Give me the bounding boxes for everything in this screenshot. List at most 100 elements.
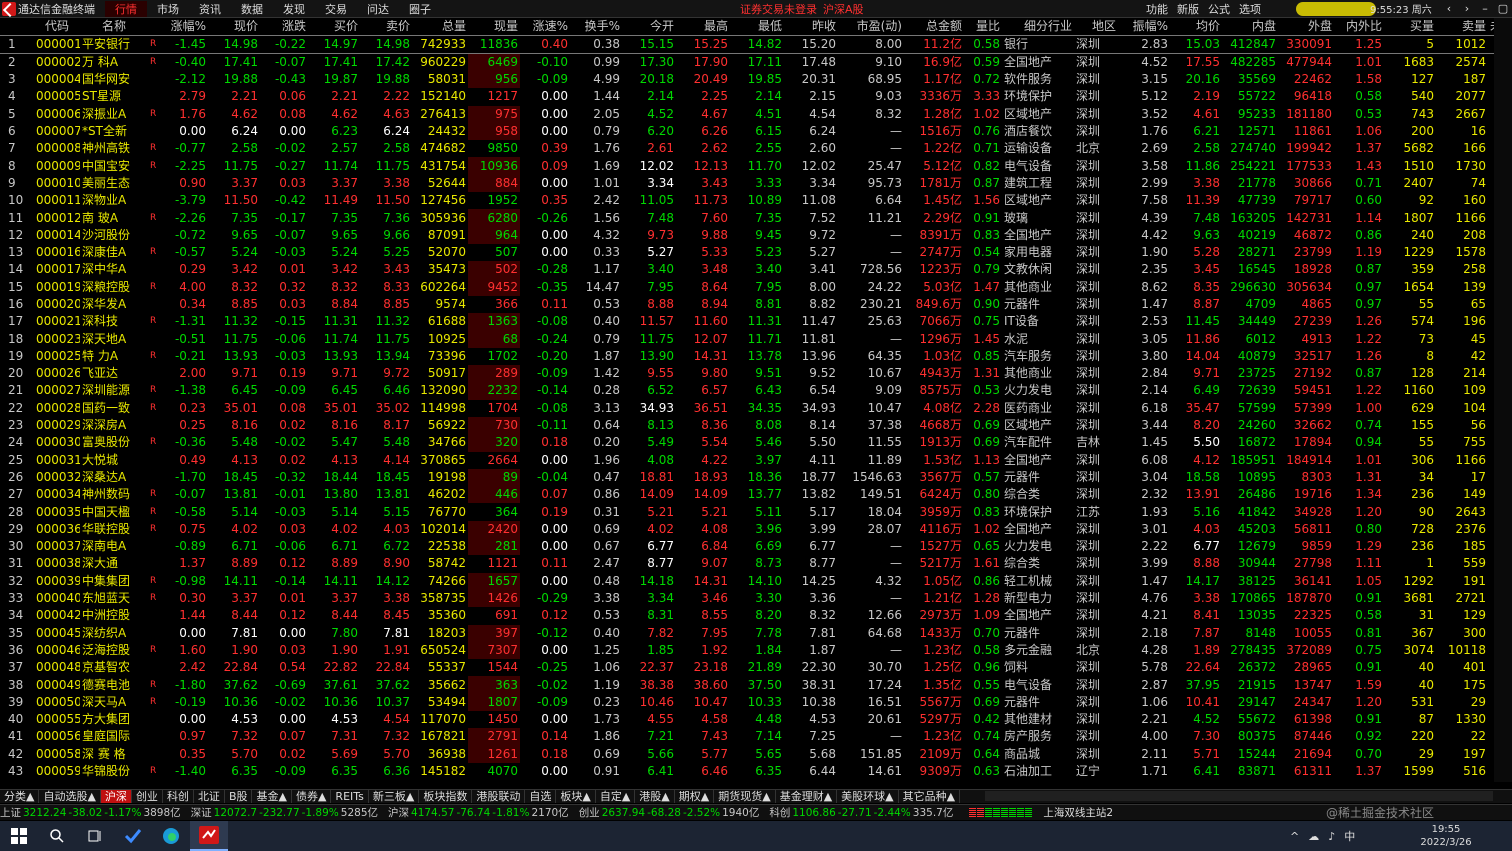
table-row[interactable]: 31 000038 深大通 1.37 8.89 0.12 8.89 8.90 58742 1121… (0, 555, 1512, 572)
table-row[interactable]: 14 000017 深中华A 0.29 3.42 0.01 3.42 3.43 35473 502… (0, 261, 1512, 279)
tab-15[interactable]: 自定▲ (596, 790, 636, 803)
vertical-scrollbar[interactable] (1494, 18, 1512, 782)
task-view-button[interactable] (76, 821, 114, 851)
column-header-16[interactable]: 昨收 (784, 18, 838, 36)
column-header-5[interactable]: 现价 (208, 18, 260, 36)
table-row[interactable]: 28 000035 中国天楹 R -0.58 5.14 -0.03 5.14 5.15 76770… (0, 503, 1512, 520)
column-header-17[interactable]: 市盈(动) (838, 18, 904, 36)
column-header-18[interactable]: 总金额 (904, 18, 964, 36)
table-row[interactable]: 3 000004 国华网安 -2.12 19.88 -0.43 19.87 19.88 5803… (0, 71, 1512, 89)
table-row[interactable]: 12 000014 沙河股份 -0.72 9.65 -0.07 9.65 9.66 87091 9… (0, 226, 1512, 244)
tab-5[interactable]: 北证 (194, 790, 225, 803)
tab-6[interactable]: B股 (225, 790, 253, 803)
column-header-23[interactable]: 均价 (1170, 18, 1222, 36)
edge-browser[interactable] (152, 821, 190, 851)
column-header-12[interactable]: 换手% (570, 18, 622, 36)
table-row[interactable]: 20 000026 飞亚达 2.00 9.71 0.19 9.71 9.72 50917 289 -… (0, 365, 1512, 383)
table-row[interactable]: 42 000058 深 赛 格 0.35 5.70 0.02 5.69 5.70 36938 12… (0, 745, 1512, 763)
table-row[interactable]: 25 000031 大悦城 0.49 4.13 0.02 4.13 4.14 370865 266… (0, 452, 1512, 469)
column-header-26[interactable]: 内外比 (1334, 18, 1384, 36)
tab-18[interactable]: 期货现货▲ (714, 790, 776, 803)
table-row[interactable]: 11 000012 南 玻A R -2.26 7.35 -0.17 7.35 7.36 30593… (0, 209, 1512, 227)
tab-13[interactable]: 自选 (525, 790, 557, 803)
login-notice[interactable]: 证券交易未登录 沪深A股 (740, 1, 864, 17)
table-row[interactable]: 39 000050 深天马A R -0.19 10.36 -0.02 10.36 10.37 53… (0, 693, 1512, 711)
tab-10[interactable]: 新三板▲ (369, 790, 420, 803)
column-header-28[interactable]: 卖量 (1436, 18, 1488, 36)
column-header-9[interactable]: 总量 (412, 18, 468, 36)
table-row[interactable]: 27 000034 神州数码 R -0.07 13.81 -0.01 13.80 13.81 46… (0, 486, 1512, 504)
table-row[interactable]: 22 000028 国药一致 R 0.23 35.01 0.08 35.01 35.02 1149… (0, 400, 1512, 417)
column-header-22[interactable]: 振幅% (1118, 18, 1170, 36)
table-row[interactable]: 2 000002 万 科A R -0.40 17.41 -0.07 17.41 17.42 960… (0, 53, 1512, 71)
table-row[interactable]: 5 000006 深振业A R 1.76 4.62 0.08 4.62 4.63 276413 97… (0, 105, 1512, 123)
start-button[interactable] (0, 821, 38, 851)
table-row[interactable]: 7 000008 神州高铁 R -0.77 2.58 -0.02 2.57 2.58 474682… (0, 140, 1512, 157)
table-row[interactable]: 17 000021 深科技 R -1.31 11.32 -0.15 11.31 11.32 616… (0, 313, 1512, 331)
index-3[interactable]: 创业 2637.94 -68.28 -2.52% 1940亿 (579, 805, 760, 820)
table-row[interactable]: 32 000039 中集集团 R -0.98 14.11 -0.14 14.11 14.12 74… (0, 572, 1512, 590)
tab-11[interactable]: 板块指数 (419, 790, 473, 803)
tab-19[interactable]: 基金理财▲ (776, 790, 838, 803)
tab-4[interactable]: 科创 (163, 790, 194, 803)
column-header-11[interactable]: 涨速% (520, 18, 570, 36)
table-row[interactable]: 40 000055 方大集团 0.00 4.53 0.00 4.53 4.54 117070 14… (0, 711, 1512, 728)
index-1[interactable]: 深证 12072.7 -232.77 -1.89% 5285亿 (191, 805, 378, 820)
tab-14[interactable]: 板块▲ (556, 790, 596, 803)
table-row[interactable]: 26 000032 深桑达A -1.70 18.45 -0.32 18.44 18.45 191… (0, 468, 1512, 487)
table-row[interactable]: 6 000007 *ST全新 0.00 6.24 0.00 6.23 6.24 24432 958… (0, 122, 1512, 141)
minimize-icon[interactable]: – (1476, 2, 1494, 15)
tab-20[interactable]: 美股环球▲ (837, 790, 899, 803)
index-2[interactable]: 沪深 4174.57 -76.74 -1.81% 2170亿 (388, 805, 569, 820)
account-badge[interactable] (1296, 2, 1376, 16)
table-row[interactable]: 41 000056 皇庭国际 0.97 7.32 0.07 7.31 7.32 167821 27… (0, 728, 1512, 746)
column-header-21[interactable]: 地区 (1074, 18, 1118, 36)
table-row[interactable]: 43 000059 华锦股份 R -1.40 6.35 -0.09 6.35 6.36 14518… (0, 763, 1512, 780)
table-row[interactable]: 33 000040 东旭蓝天 R 0.30 3.37 0.01 3.37 3.38 358735 1… (0, 589, 1512, 608)
tab-21[interactable]: 其它品种▲ (899, 790, 961, 803)
column-header-1[interactable]: 代码 (34, 18, 80, 36)
table-row[interactable]: 29 000036 华联控股 R 0.75 4.02 0.03 4.02 4.03 102014 2… (0, 520, 1512, 539)
table-row[interactable]: 9 000010 美丽生态 0.90 3.37 0.03 3.37 3.38 52644 884 0… (0, 174, 1512, 193)
tab-9[interactable]: REITs (331, 790, 369, 803)
column-header-13[interactable]: 今开 (622, 18, 676, 36)
menu-item-2[interactable]: 资讯 (189, 1, 231, 17)
table-row[interactable]: 4 000005 ST星源 2.79 2.21 0.06 2.21 2.22 152140 121… (0, 88, 1512, 105)
table-row[interactable]: 8 000009 中国宝安 R -2.25 11.75 -0.27 11.74 11.75 431… (0, 157, 1512, 175)
right-menu-item-3[interactable]: 选项 (1239, 1, 1261, 17)
column-header-27[interactable]: 买量 (1384, 18, 1436, 36)
menu-item-0[interactable]: 行情 (105, 0, 147, 17)
maximize-icon[interactable]: ▢ (1494, 2, 1512, 15)
column-header-24[interactable]: 内盘 (1222, 18, 1278, 36)
right-menu-item-2[interactable]: 公式 (1208, 1, 1230, 17)
right-menu-item-0[interactable]: 功能 (1146, 1, 1168, 17)
column-header-14[interactable]: 最高 (676, 18, 730, 36)
menu-item-7[interactable]: 圈子 (399, 1, 441, 17)
table-row[interactable]: 10 000011 深物业A -3.79 11.50 -0.42 11.49 11.50 127… (0, 192, 1512, 209)
menu-item-4[interactable]: 发现 (273, 1, 315, 17)
table-row[interactable]: 24 000030 富奥股份 R -0.36 5.48 -0.02 5.47 5.48 34766… (0, 434, 1512, 452)
table-row[interactable]: 35 000045 深纺织A 0.00 7.81 0.00 7.80 7.81 18203 397… (0, 624, 1512, 642)
table-row[interactable]: 38 000049 德赛电池 R -1.80 37.62 -0.69 37.61 37.62 35… (0, 676, 1512, 694)
table-row[interactable]: 19 000025 特 力A R -0.21 13.93 -0.03 13.93 13.94 73… (0, 348, 1512, 365)
column-header-7[interactable]: 买价 (308, 18, 360, 36)
column-header-2[interactable]: 名称 (80, 18, 148, 36)
table-row[interactable]: 16 000020 深华发A 0.34 8.85 0.03 8.84 8.85 9574 366 0… (0, 296, 1512, 313)
show-hidden-icon[interactable]: ^ (1290, 830, 1299, 843)
table-row[interactable]: 34 000042 中洲控股 1.44 8.44 0.12 8.44 8.45 35360 691… (0, 607, 1512, 624)
column-header-4[interactable]: 涨幅% (162, 18, 208, 36)
tab-12[interactable]: 港股联动 (472, 790, 526, 803)
forward-icon[interactable]: › (1458, 2, 1476, 15)
column-header-8[interactable]: 卖价 (360, 18, 412, 36)
horizontal-scrollbar[interactable] (985, 791, 1493, 801)
menu-item-3[interactable]: 数据 (231, 1, 273, 17)
table-row[interactable]: 21 000027 深圳能源 R -1.38 6.45 -0.09 6.45 6.46 13209… (0, 382, 1512, 400)
column-header-20[interactable]: 细分行业 (1002, 18, 1074, 36)
column-header-10[interactable]: 现量 (468, 18, 520, 36)
table-row[interactable]: 23 000029 深深房A 0.25 8.16 0.02 8.16 8.17 56922 730… (0, 416, 1512, 435)
menu-item-1[interactable]: 市场 (147, 1, 189, 17)
menu-item-6[interactable]: 问达 (357, 1, 399, 17)
column-header-6[interactable]: 涨跌 (260, 18, 308, 36)
ime-icon[interactable]: 中 (1344, 828, 1355, 844)
tab-7[interactable]: 基金▲ (252, 790, 292, 803)
